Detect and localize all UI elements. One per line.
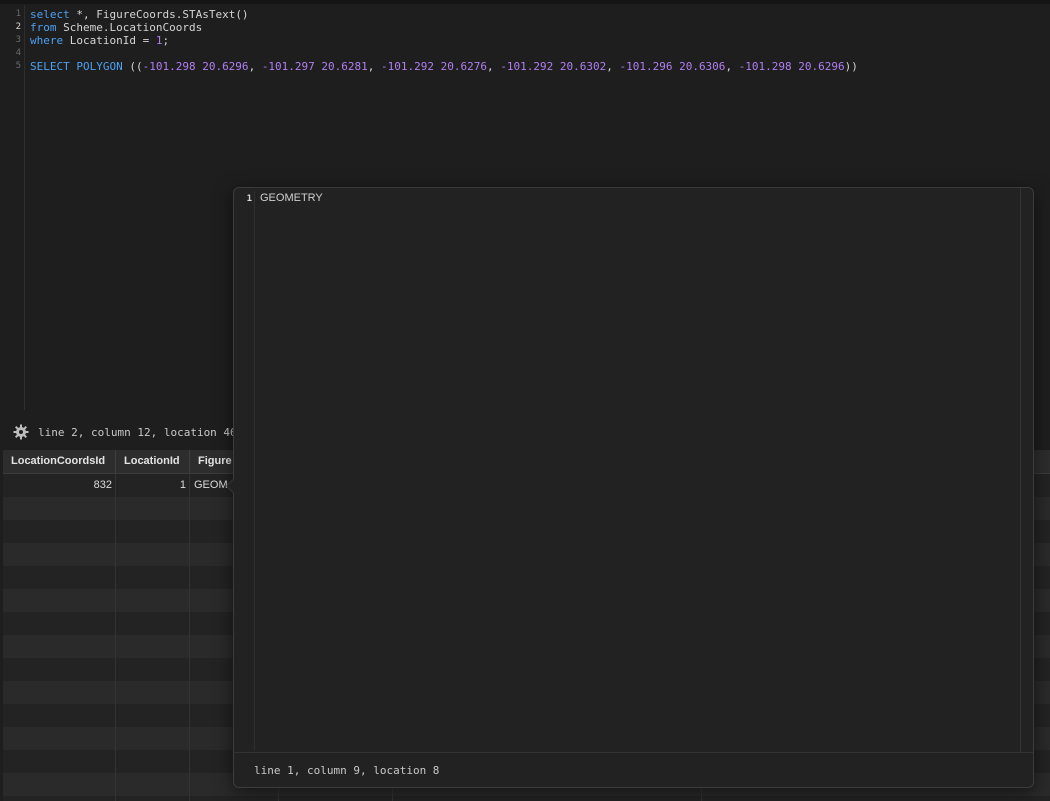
cell-value-popover[interactable]: 1 GEOMETRY line 1, column 9, location 8 (226, 187, 1034, 788)
code-token: -101.296 20.6306 (619, 60, 726, 73)
line-number: 1 (15, 9, 21, 19)
code-line[interactable]: 4 (0, 47, 1050, 60)
code-token: select (30, 8, 70, 21)
editor-top-edge (0, 0, 1050, 4)
code-token: (( (122, 60, 143, 73)
code-line[interactable]: 3 where LocationId = 1; (0, 34, 1050, 47)
popover-gutter-divider (254, 191, 255, 751)
code-token: -101.292 20.6276 (381, 60, 487, 73)
code-text: where LocationId = 1; (30, 34, 169, 47)
code-token: -101.298 20.6296 (142, 60, 249, 73)
table-cell[interactable]: 832 (3, 474, 116, 497)
code-text: from Scheme.LocationCoords (30, 21, 202, 34)
code-token: where (30, 34, 64, 47)
gear-icon[interactable] (13, 424, 29, 440)
code-token: Scheme.LocationCoords (56, 21, 203, 34)
column-divider (115, 473, 116, 801)
code-token: , (487, 60, 501, 73)
code-token: -101.292 20.6302 (500, 60, 607, 73)
column-divider (189, 473, 190, 801)
code-token: , (367, 60, 382, 73)
code-token: *, FigureCoords.STAsText() (69, 8, 249, 21)
popover-arrow-fill (227, 479, 234, 493)
column-header-locationcoordsid[interactable]: LocationCoordsId (3, 450, 116, 473)
popover-scrollbar-track[interactable] (1020, 188, 1021, 752)
code-token: -101.297 20.6281 (261, 60, 368, 73)
table-cell[interactable]: 1 (116, 474, 190, 497)
code-text: select *, FigureCoords.STAsText() (30, 8, 249, 21)
popover-cursor-position-text: line 1, column 9, location 8 (254, 764, 440, 777)
code-token: LocationId = (63, 34, 156, 47)
code-line[interactable]: 1 select *, FigureCoords.STAsText() (0, 8, 1050, 21)
line-number: 2 (15, 22, 21, 32)
popover-cell-content[interactable]: GEOMETRY (260, 192, 323, 204)
code-token: , (248, 60, 262, 73)
line-number: 5 (15, 61, 21, 71)
code-token: , (725, 60, 739, 73)
code-line[interactable]: 5 SELECT POLYGON ((-101.298 20.6296, -101… (0, 60, 1050, 73)
code-token: ; (162, 34, 170, 47)
line-number: 3 (15, 35, 21, 45)
code-token: )) (844, 60, 858, 73)
code-token: SELECT POLYGON (30, 60, 123, 73)
code-token: , (606, 60, 620, 73)
code-token: -101.298 20.6296 (738, 60, 845, 73)
popover-line-number: 1 (246, 194, 252, 204)
column-header-locationid[interactable]: LocationId (116, 450, 190, 473)
code-text: SELECT POLYGON ((-101.298 20.6296, -101.… (30, 60, 858, 73)
code-line[interactable]: 2 from Scheme.LocationCoords (0, 21, 1050, 34)
cursor-position-text: line 2, column 12, location 46 (38, 426, 237, 439)
popover-status-bar: line 1, column 9, location 8 (234, 752, 1033, 787)
line-number: 4 (15, 48, 21, 58)
code-token: from (30, 21, 57, 34)
